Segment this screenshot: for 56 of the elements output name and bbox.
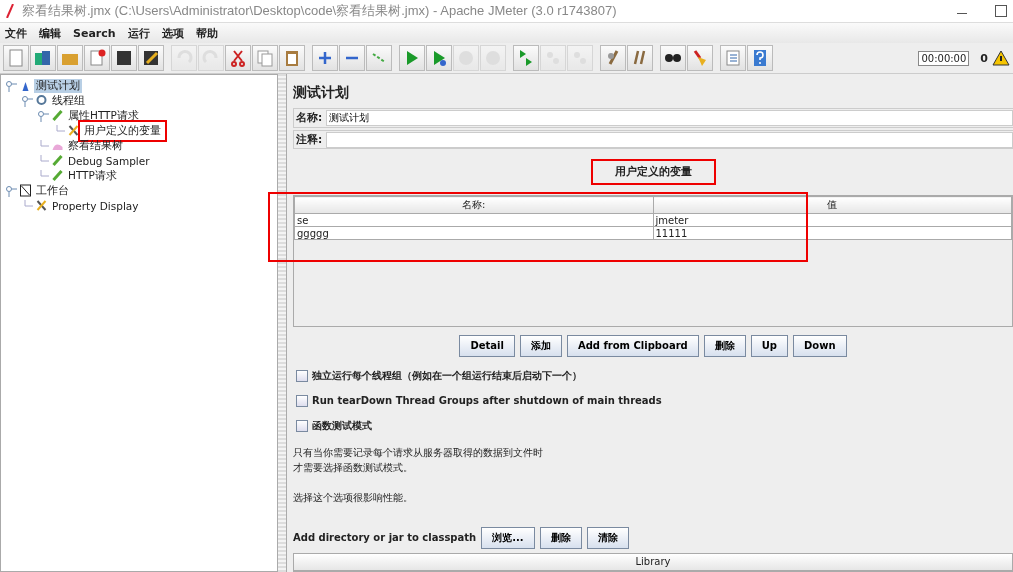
tree-node[interactable]: Property Display: [50, 199, 141, 212]
panel-title: 测试计划: [293, 84, 350, 102]
column-header[interactable]: 值: [653, 196, 1012, 214]
comment-field[interactable]: [326, 131, 1013, 148]
classpath-button[interactable]: 清除: [586, 527, 629, 549]
checkbox-label: 独立运行每个线程组（例如在一个组运行结束后启动下一个）: [312, 369, 582, 383]
menu-item[interactable]: 运行: [127, 25, 150, 41]
note-text: 才需要选择函数测试模式。: [293, 461, 414, 475]
column-header[interactable]: Library: [294, 554, 1012, 571]
tree-handle-icon[interactable]: [5, 184, 17, 197]
field-label: 名称:: [296, 110, 323, 125]
checkbox[interactable]: [296, 370, 308, 382]
table-action-button[interactable]: Detail: [459, 335, 515, 357]
tree-handle-icon[interactable]: [37, 109, 49, 122]
tree-node[interactable]: 测试计划: [34, 78, 82, 93]
table-action-button[interactable]: 添加: [519, 335, 562, 357]
name-field[interactable]: 测试计划: [326, 109, 1013, 126]
toolbar-button[interactable]: [111, 45, 137, 71]
table-action-button[interactable]: Up: [750, 335, 788, 357]
table-action-button[interactable]: Add from Clipboard: [566, 335, 699, 357]
menu-item[interactable]: 编辑: [39, 25, 61, 41]
classpath-label: Add directory or jar to classpath: [293, 532, 477, 544]
checkbox-label: Run tearDown Thread Groups after shutdown of main threads: [312, 395, 662, 407]
classpath-button[interactable]: 浏览...: [481, 527, 535, 549]
checkbox[interactable]: [296, 420, 308, 432]
note-text: 选择这个选项很影响性能。: [293, 491, 414, 505]
maximize-button[interactable]: [995, 5, 1007, 17]
menu-item[interactable]: 帮助: [195, 25, 218, 41]
checkbox[interactable]: [296, 395, 308, 407]
tree-handle-icon[interactable]: [21, 94, 33, 107]
menu-item[interactable]: Search: [73, 26, 116, 40]
tree-node[interactable]: 工作台: [34, 183, 71, 198]
note-text: 只有当你需要记录每个请求从服务器取得的数据到文件时: [293, 446, 544, 460]
tree-node[interactable]: 察看结果树: [66, 138, 125, 153]
column-header[interactable]: 名称:: [294, 196, 653, 214]
table-action-button[interactable]: Down: [793, 335, 847, 357]
field-label: 注释:: [296, 132, 323, 147]
tree-handle-icon[interactable]: [5, 79, 17, 92]
toolbar-button[interactable]: [138, 45, 164, 71]
menu-item[interactable]: 选项: [161, 25, 184, 41]
tree-node[interactable]: HTTP请求: [66, 168, 119, 183]
error-count: 0: [980, 51, 988, 65]
cut-icon: [228, 48, 248, 68]
table-action-button[interactable]: 删除: [703, 335, 746, 357]
toolbar-button[interactable]: [660, 45, 686, 71]
tree-node[interactable]: Debug Sampler: [66, 154, 152, 167]
section-title: 用户定义的变量: [590, 159, 716, 186]
tree-node[interactable]: 属性HTTP请求: [66, 108, 141, 123]
checkbox-label: 函数测试模式: [312, 419, 372, 433]
warning-icon: [992, 50, 1010, 66]
tree-node[interactable]: 线程组: [50, 93, 87, 108]
copy-icon: [255, 48, 275, 68]
menu-item[interactable]: 文件: [5, 25, 27, 41]
classpath-button[interactable]: 删除: [539, 527, 582, 549]
window-title: 察看结果树.jmx (C:\Users\Administrator\Desktop\code\察看结果树.jmx) - Apache JMeter (3.0 r1743807): [22, 2, 618, 20]
elapsed-timer: 00:00:00: [918, 50, 970, 66]
